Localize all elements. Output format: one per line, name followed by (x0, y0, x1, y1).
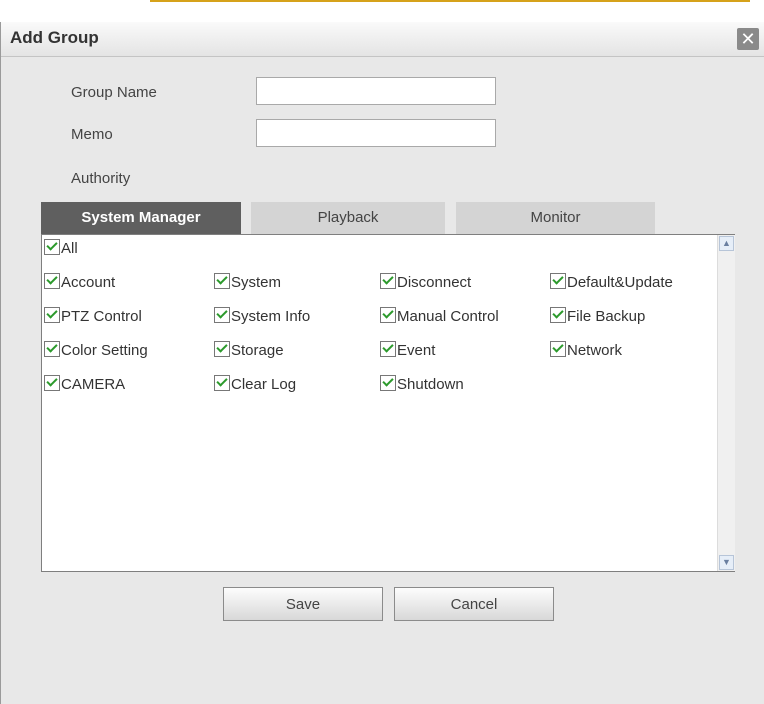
checkbox-checked-icon (550, 307, 566, 323)
save-button[interactable]: Save (223, 587, 383, 621)
checkbox-label: Shutdown (397, 376, 464, 393)
scroll-up-icon[interactable]: ▲ (719, 236, 734, 251)
checkbox-checked-icon (44, 375, 60, 391)
checkbox-clear-log[interactable]: Clear Log (214, 375, 296, 393)
checkbox-manual-control[interactable]: Manual Control (380, 307, 499, 325)
checkbox-checked-icon (380, 273, 396, 289)
group-name-label: Group Name (71, 84, 157, 101)
checkbox-label: Event (397, 342, 436, 359)
memo-input[interactable] (256, 119, 496, 147)
checkbox-storage[interactable]: Storage (214, 341, 284, 359)
tab-system-manager[interactable]: System Manager (41, 202, 241, 234)
checkbox-all[interactable]: All (44, 239, 78, 257)
checkbox-checked-icon (44, 239, 60, 255)
checkbox-label: Clear Log (231, 376, 297, 393)
vertical-scrollbar[interactable]: ▲ ▼ (717, 235, 735, 571)
dialog-title: Add Group (10, 28, 99, 47)
checkbox-checked-icon (214, 307, 230, 323)
title-bar: Add Group ✕ (1, 22, 764, 57)
checkbox-account[interactable]: Account (44, 273, 115, 291)
checkbox-checked-icon (214, 341, 230, 357)
authority-label: Authority (71, 170, 131, 187)
checkbox-system-info[interactable]: System Info (214, 307, 310, 325)
checkbox-checked-icon (44, 273, 60, 289)
checkbox-system[interactable]: System (214, 273, 281, 291)
checkbox-checked-icon (214, 375, 230, 391)
checkbox-label: All (61, 240, 78, 257)
checkbox-default-update[interactable]: Default&Update (550, 273, 673, 291)
tab-monitor[interactable]: Monitor (456, 202, 655, 234)
scroll-down-icon[interactable]: ▼ (719, 555, 734, 570)
checkbox-label: PTZ Control (61, 308, 142, 325)
checkbox-checked-icon (380, 307, 396, 323)
checkbox-label: System Info (231, 308, 311, 325)
checkbox-label: Storage (231, 342, 284, 359)
checkbox-checked-icon (44, 307, 60, 323)
checkbox-shutdown[interactable]: Shutdown (380, 375, 464, 393)
checkbox-label: Manual Control (397, 308, 499, 325)
checkbox-label: File Backup (567, 308, 646, 325)
checkbox-network[interactable]: Network (550, 341, 622, 359)
checkbox-checked-icon (44, 341, 60, 357)
checkbox-label: Network (567, 342, 623, 359)
memo-label: Memo (71, 126, 113, 143)
cancel-button[interactable]: Cancel (394, 587, 554, 621)
checkbox-event[interactable]: Event (380, 341, 435, 359)
checkbox-label: Color Setting (61, 342, 148, 359)
checkbox-label: Account (61, 274, 116, 291)
group-name-input[interactable] (256, 77, 496, 105)
add-group-dialog: Add Group ✕ Group Name Memo Authority Sy… (0, 22, 764, 704)
checkbox-ptz-control[interactable]: PTZ Control (44, 307, 142, 325)
tab-playback[interactable]: Playback (251, 202, 445, 234)
checkbox-disconnect[interactable]: Disconnect (380, 273, 471, 291)
checkbox-checked-icon (550, 341, 566, 357)
checkbox-color-setting[interactable]: Color Setting (44, 341, 148, 359)
checkbox-label: System (231, 274, 282, 291)
checkbox-checked-icon (214, 273, 230, 289)
checkbox-file-backup[interactable]: File Backup (550, 307, 645, 325)
checkbox-checked-icon (380, 341, 396, 357)
permissions-panel: All Account System Disconnect Default&Up… (41, 234, 735, 572)
checkbox-camera[interactable]: CAMERA (44, 375, 125, 393)
checkbox-label: Disconnect (397, 274, 472, 291)
checkbox-label: CAMERA (61, 376, 126, 393)
top-strip (0, 0, 764, 22)
checkbox-checked-icon (550, 273, 566, 289)
close-icon[interactable]: ✕ (737, 28, 759, 50)
checkbox-checked-icon (380, 375, 396, 391)
checkbox-label: Default&Update (567, 274, 673, 291)
accent-line (150, 0, 750, 2)
